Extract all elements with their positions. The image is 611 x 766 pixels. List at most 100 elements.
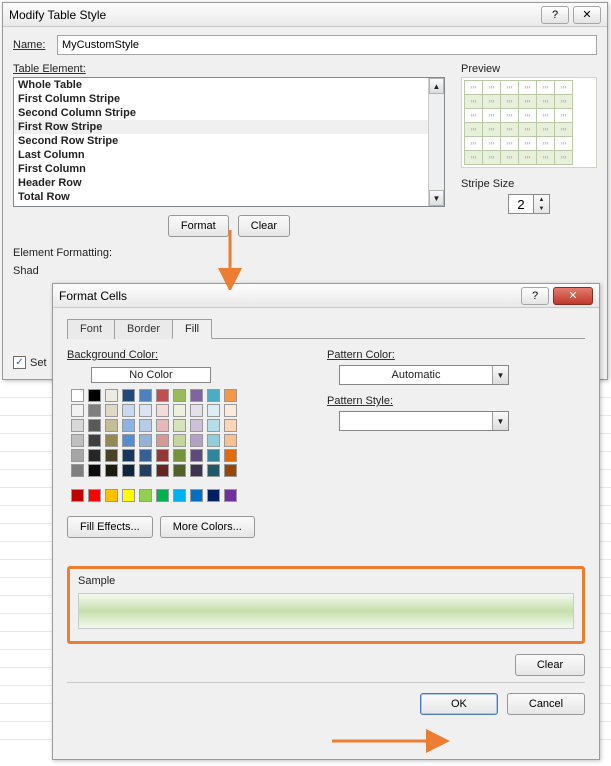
color-swatch[interactable] xyxy=(139,464,152,477)
color-swatch[interactable] xyxy=(156,419,169,432)
color-swatch[interactable] xyxy=(190,489,203,502)
color-swatch[interactable] xyxy=(88,434,101,447)
listbox-scrollbar[interactable]: ▲ ▼ xyxy=(428,78,444,206)
table-element-item[interactable]: First Column xyxy=(14,162,444,176)
pattern-style-dropdown[interactable]: ▼ xyxy=(339,411,509,431)
tab-fill[interactable]: Fill xyxy=(172,319,212,339)
color-swatch[interactable] xyxy=(224,419,237,432)
clear-element-button[interactable]: Clear xyxy=(238,215,290,237)
theme-color-palette[interactable] xyxy=(71,389,287,477)
color-swatch[interactable] xyxy=(207,389,220,402)
color-swatch[interactable] xyxy=(190,449,203,462)
color-swatch[interactable] xyxy=(207,449,220,462)
help-button[interactable]: ? xyxy=(521,287,549,305)
clear-fill-button[interactable]: Clear xyxy=(515,654,585,676)
color-swatch[interactable] xyxy=(71,419,84,432)
pattern-color-dropdown[interactable]: Automatic ▼ xyxy=(339,365,509,385)
color-swatch[interactable] xyxy=(122,434,135,447)
color-swatch[interactable] xyxy=(88,419,101,432)
color-swatch[interactable] xyxy=(88,464,101,477)
color-swatch[interactable] xyxy=(224,389,237,402)
tab-font[interactable]: Font xyxy=(67,319,115,339)
scroll-up-button[interactable]: ▲ xyxy=(429,78,444,94)
color-swatch[interactable] xyxy=(156,464,169,477)
color-swatch[interactable] xyxy=(122,389,135,402)
fill-effects-button[interactable]: Fill Effects... xyxy=(67,516,153,538)
table-element-item[interactable]: Last Column xyxy=(14,148,444,162)
color-swatch[interactable] xyxy=(88,404,101,417)
color-swatch[interactable] xyxy=(105,389,118,402)
color-swatch[interactable] xyxy=(224,489,237,502)
color-swatch[interactable] xyxy=(207,419,220,432)
standard-color-palette[interactable] xyxy=(71,489,287,502)
color-swatch[interactable] xyxy=(122,449,135,462)
color-swatch[interactable] xyxy=(173,404,186,417)
modify-dialog-titlebar[interactable]: Modify Table Style ? ✕ xyxy=(3,3,607,27)
color-swatch[interactable] xyxy=(71,464,84,477)
stripe-size-spinner[interactable]: ▲▼ xyxy=(534,194,550,214)
color-swatch[interactable] xyxy=(173,389,186,402)
tab-border[interactable]: Border xyxy=(114,319,173,339)
color-swatch[interactable] xyxy=(190,434,203,447)
color-swatch[interactable] xyxy=(71,449,84,462)
color-swatch[interactable] xyxy=(139,404,152,417)
color-swatch[interactable] xyxy=(122,464,135,477)
table-element-listbox[interactable]: Whole TableFirst Column StripeSecond Col… xyxy=(13,77,445,207)
color-swatch[interactable] xyxy=(207,489,220,502)
color-swatch[interactable] xyxy=(224,464,237,477)
color-swatch[interactable] xyxy=(71,404,84,417)
color-swatch[interactable] xyxy=(156,404,169,417)
color-swatch[interactable] xyxy=(190,389,203,402)
color-swatch[interactable] xyxy=(190,419,203,432)
color-swatch[interactable] xyxy=(224,449,237,462)
format-button[interactable]: Format xyxy=(168,215,229,237)
color-swatch[interactable] xyxy=(139,489,152,502)
color-swatch[interactable] xyxy=(207,434,220,447)
format-dialog-titlebar[interactable]: Format Cells ? ✕ xyxy=(53,284,599,308)
color-swatch[interactable] xyxy=(105,404,118,417)
color-swatch[interactable] xyxy=(105,434,118,447)
color-swatch[interactable] xyxy=(173,419,186,432)
color-swatch[interactable] xyxy=(122,404,135,417)
color-swatch[interactable] xyxy=(207,404,220,417)
table-element-item[interactable]: Whole Table xyxy=(14,78,444,92)
table-element-item[interactable]: Header Row xyxy=(14,176,444,190)
color-swatch[interactable] xyxy=(156,489,169,502)
stripe-size-stepper[interactable]: ▲▼ xyxy=(508,194,550,214)
color-swatch[interactable] xyxy=(71,489,84,502)
color-swatch[interactable] xyxy=(173,464,186,477)
stripe-size-input[interactable] xyxy=(508,194,534,214)
no-color-button[interactable]: No Color xyxy=(91,367,211,383)
color-swatch[interactable] xyxy=(156,389,169,402)
color-swatch[interactable] xyxy=(139,389,152,402)
set-default-checkbox[interactable]: ✓ xyxy=(13,356,26,369)
style-name-input[interactable] xyxy=(57,35,597,55)
table-element-item[interactable]: Second Row Stripe xyxy=(14,134,444,148)
color-swatch[interactable] xyxy=(173,489,186,502)
color-swatch[interactable] xyxy=(139,449,152,462)
ok-button[interactable]: OK xyxy=(420,693,498,715)
color-swatch[interactable] xyxy=(173,449,186,462)
table-element-item[interactable]: Total Row xyxy=(14,190,444,204)
color-swatch[interactable] xyxy=(207,464,220,477)
table-element-item[interactable]: First Row Stripe xyxy=(14,120,444,134)
color-swatch[interactable] xyxy=(88,389,101,402)
help-button[interactable]: ? xyxy=(541,6,569,24)
color-swatch[interactable] xyxy=(190,404,203,417)
color-swatch[interactable] xyxy=(139,434,152,447)
color-swatch[interactable] xyxy=(105,464,118,477)
color-swatch[interactable] xyxy=(224,404,237,417)
more-colors-button[interactable]: More Colors... xyxy=(160,516,255,538)
color-swatch[interactable] xyxy=(105,489,118,502)
close-button[interactable]: ✕ xyxy=(573,6,601,24)
color-swatch[interactable] xyxy=(173,434,186,447)
table-element-item[interactable]: Second Column Stripe xyxy=(14,106,444,120)
color-swatch[interactable] xyxy=(122,489,135,502)
color-swatch[interactable] xyxy=(224,434,237,447)
color-swatch[interactable] xyxy=(88,449,101,462)
scroll-down-button[interactable]: ▼ xyxy=(429,190,444,206)
color-swatch[interactable] xyxy=(88,489,101,502)
color-swatch[interactable] xyxy=(122,419,135,432)
color-swatch[interactable] xyxy=(156,434,169,447)
color-swatch[interactable] xyxy=(71,434,84,447)
